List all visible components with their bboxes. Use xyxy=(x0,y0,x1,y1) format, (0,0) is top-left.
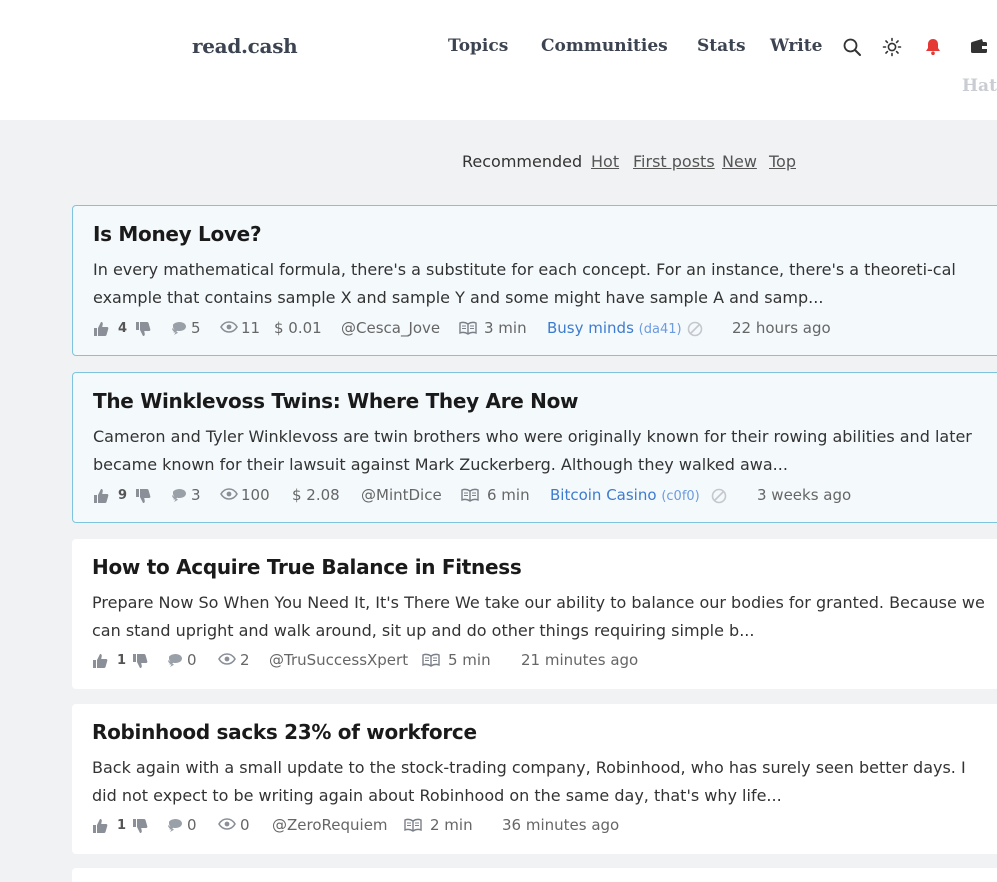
read-time: 5 min xyxy=(448,651,491,669)
top-header: read.cash Topics Communities Stats Write… xyxy=(0,0,997,120)
view-count: 2 xyxy=(240,651,250,669)
author-link[interactable]: @Cesca_Jove xyxy=(341,317,440,339)
book-icon xyxy=(422,653,440,667)
wallet-icon[interactable] xyxy=(969,37,989,57)
article-excerpt: Prepare Now So When You Need It, It's Th… xyxy=(92,593,985,640)
comment-icon xyxy=(167,818,183,834)
header-faded-text: Hatt xyxy=(962,76,997,96)
tips-amount: $ 0.01 xyxy=(274,319,322,337)
nav-communities[interactable]: Communities xyxy=(541,36,668,56)
like-count: 1 xyxy=(117,653,127,668)
sort-first-posts[interactable]: First posts xyxy=(633,152,715,171)
sort-new[interactable]: New xyxy=(722,152,757,171)
comment-count[interactable]: 0 xyxy=(187,649,197,671)
book-icon xyxy=(461,488,479,502)
post-time: 22 hours ago xyxy=(732,319,831,337)
bell-icon[interactable] xyxy=(923,37,943,57)
book-icon xyxy=(459,321,477,335)
article-title[interactable]: How to Acquire True Balance in Fitness xyxy=(92,555,522,579)
tips-amount: $ 2.08 xyxy=(292,486,340,504)
sort-recommended[interactable]: Recommended xyxy=(462,152,582,171)
site-logo[interactable]: read.cash xyxy=(192,34,298,58)
article-card[interactable]: How to Acquire True Balance in Fitness P… xyxy=(72,539,997,689)
view-count: 11 xyxy=(241,319,261,337)
read-time: 2 min xyxy=(430,816,473,834)
view-count: 0 xyxy=(240,816,250,834)
thumbs-down-icon[interactable] xyxy=(132,653,148,669)
eye-icon xyxy=(220,488,238,500)
like-count: 4 xyxy=(118,321,128,336)
view-count: 100 xyxy=(241,486,270,504)
community-name: Busy minds xyxy=(547,319,634,337)
article-excerpt: In every mathematical formula, there's a… xyxy=(93,260,956,307)
eye-icon xyxy=(218,653,236,665)
comment-count[interactable]: 3 xyxy=(191,484,201,506)
ban-icon[interactable] xyxy=(711,488,727,504)
thumbs-down-icon[interactable] xyxy=(135,488,151,504)
sort-hot[interactable]: Hot xyxy=(591,152,619,171)
community-link[interactable]: Busy minds (da41) xyxy=(547,317,682,341)
eye-icon xyxy=(220,321,238,333)
like-count: 1 xyxy=(117,818,127,833)
comment-icon xyxy=(171,321,187,337)
community-id: (c0f0) xyxy=(661,489,700,504)
like-count: 9 xyxy=(118,488,128,503)
article-title[interactable]: The Winklevoss Twins: Where They Are Now xyxy=(93,389,579,413)
author-link[interactable]: @ZeroRequiem xyxy=(272,814,388,836)
author-link[interactable]: @TruSuccessXpert xyxy=(269,649,408,671)
sun-icon[interactable] xyxy=(882,37,902,57)
article-card[interactable]: The Winklevoss Twins: Where They Are Now… xyxy=(72,372,997,523)
comment-count[interactable]: 5 xyxy=(191,317,201,339)
article-card[interactable]: Robinhood sacks 23% of workforce Back ag… xyxy=(72,704,997,854)
article-title[interactable]: Robinhood sacks 23% of workforce xyxy=(92,720,477,744)
community-name: Bitcoin Casino xyxy=(550,486,657,504)
nav-stats[interactable]: Stats xyxy=(697,36,746,56)
thumbs-down-icon[interactable] xyxy=(135,321,151,337)
read-time: 3 min xyxy=(484,319,527,337)
article-title[interactable]: Is Money Love? xyxy=(93,222,262,246)
article-excerpt: Cameron and Tyler Winklevoss are twin br… xyxy=(93,427,972,474)
ban-icon[interactable] xyxy=(687,321,703,337)
post-time: 21 minutes ago xyxy=(521,651,639,669)
thumbs-down-icon[interactable] xyxy=(132,818,148,834)
nav-write[interactable]: Write xyxy=(770,36,822,56)
article-excerpt: Back again with a small update to the st… xyxy=(92,758,966,805)
eye-icon xyxy=(218,818,236,830)
nav-topics[interactable]: Topics xyxy=(448,36,508,56)
author-link[interactable]: @MintDice xyxy=(361,484,442,506)
community-id: (da41) xyxy=(638,322,682,337)
sort-bar: Recommended Hot First posts New Top xyxy=(0,152,997,176)
comment-count[interactable]: 0 xyxy=(187,814,197,836)
book-icon xyxy=(404,818,422,832)
thumbs-up-icon[interactable] xyxy=(92,653,108,669)
community-link[interactable]: Bitcoin Casino (c0f0) xyxy=(550,484,700,508)
post-time: 36 minutes ago xyxy=(502,816,620,834)
comment-icon xyxy=(167,653,183,669)
thumbs-up-icon[interactable] xyxy=(93,321,109,337)
comment-icon xyxy=(171,488,187,504)
thumbs-up-icon[interactable] xyxy=(92,818,108,834)
thumbs-up-icon[interactable] xyxy=(93,488,109,504)
read-time: 6 min xyxy=(487,486,530,504)
post-time: 3 weeks ago xyxy=(757,486,852,504)
search-icon[interactable] xyxy=(842,37,862,57)
article-card[interactable]: Is Money Love? In every mathematical for… xyxy=(72,205,997,356)
article-card[interactable] xyxy=(72,868,997,882)
sort-top[interactable]: Top xyxy=(769,152,796,171)
